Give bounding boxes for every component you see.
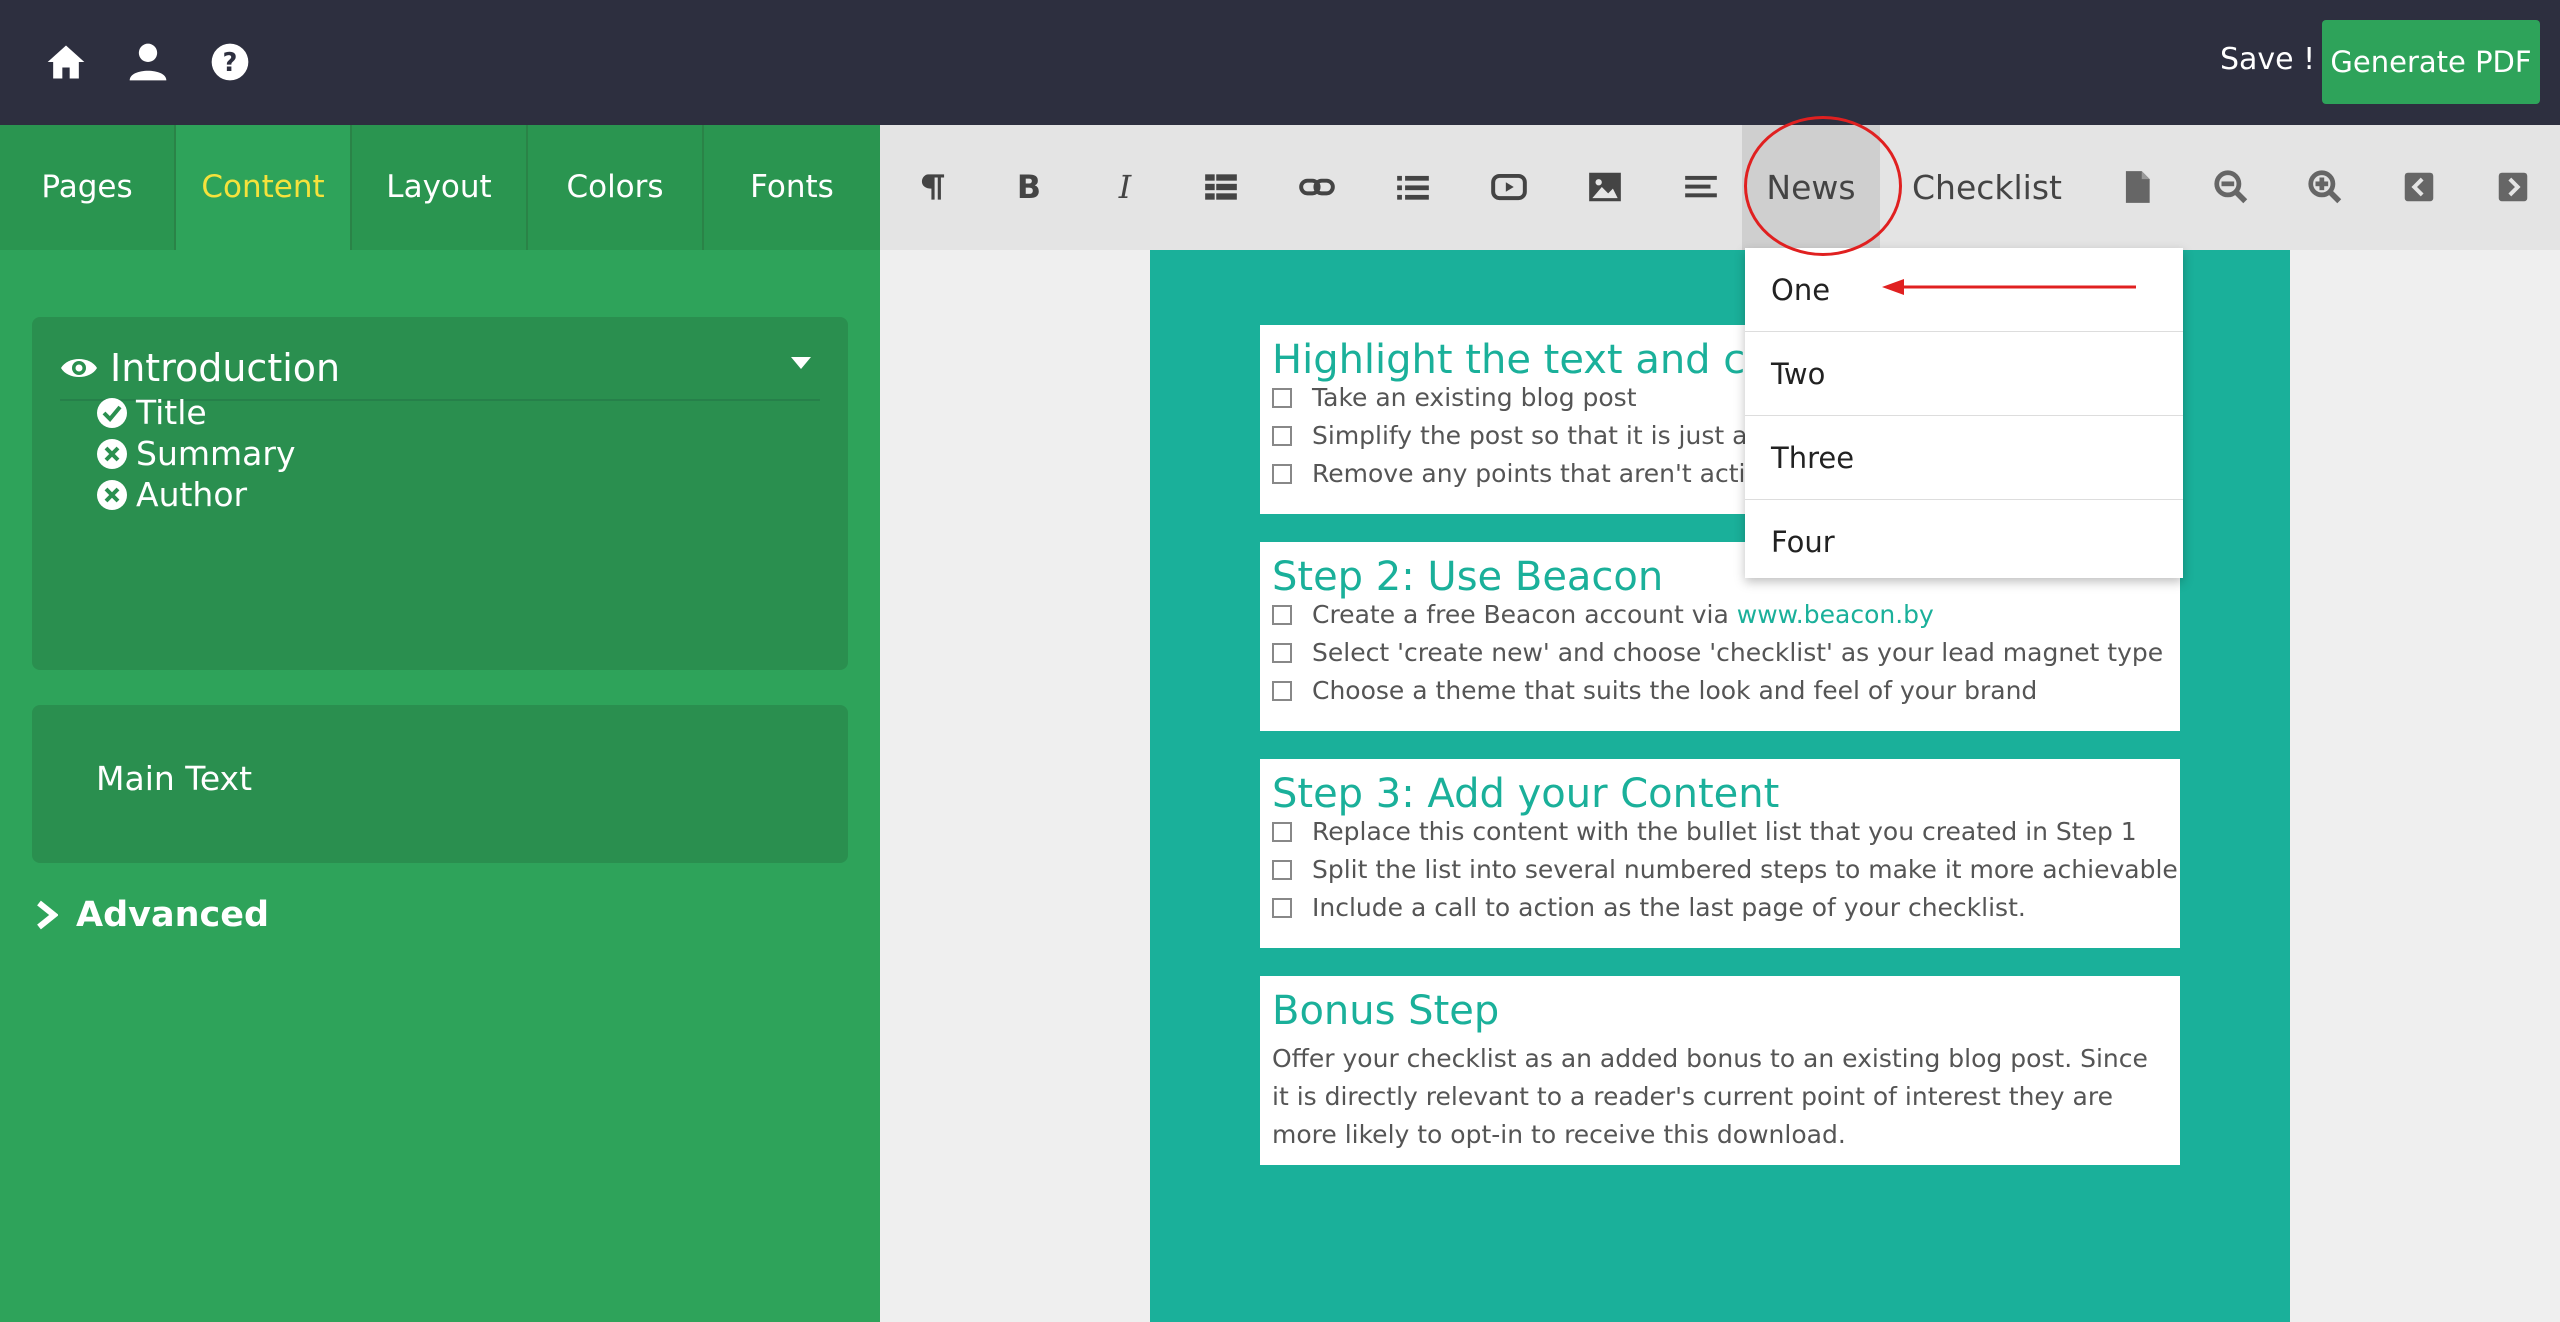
- annotation-arrow-icon: [1882, 279, 2136, 295]
- home-icon[interactable]: [44, 40, 88, 84]
- tab-layout[interactable]: Layout: [352, 125, 528, 250]
- dropdown-item-two[interactable]: Two: [1745, 332, 2183, 416]
- dropdown-item-three[interactable]: Three: [1745, 416, 2183, 500]
- remove-circle-icon[interactable]: [96, 438, 128, 470]
- checkbox[interactable]: [1272, 643, 1292, 663]
- dropdown-item-four[interactable]: Four: [1745, 500, 2183, 584]
- checkbox[interactable]: [1272, 860, 1292, 880]
- introduction-section: Introduction Title Summary Author: [32, 317, 848, 670]
- align-icon[interactable]: [1682, 168, 1720, 206]
- bonus-step-card[interactable]: Bonus Step Offer your checklist as an ad…: [1260, 976, 2180, 1165]
- svg-text:?: ?: [223, 48, 238, 78]
- bonus-step-text: Offer your checklist as an added bonus t…: [1272, 1044, 2148, 1149]
- checklist-button[interactable]: Checklist: [1912, 125, 2062, 250]
- paragraph-icon[interactable]: [914, 168, 952, 206]
- introduction-title: Introduction: [110, 346, 341, 390]
- help-icon[interactable]: ?: [208, 40, 252, 84]
- prev-icon[interactable]: [2400, 168, 2438, 206]
- table-icon[interactable]: [1202, 168, 1240, 206]
- top-bar: ? Save ! Generate PDF: [0, 0, 2560, 125]
- field-label-author: Author: [136, 475, 248, 514]
- checkbox[interactable]: [1272, 388, 1292, 408]
- checkbox[interactable]: [1272, 464, 1292, 484]
- editor-toolbar: B I News Checklist: [880, 125, 2560, 250]
- page-icon[interactable]: [2118, 168, 2156, 206]
- next-icon[interactable]: [2494, 168, 2532, 206]
- image-icon[interactable]: [1586, 168, 1624, 206]
- checkbox[interactable]: [1272, 898, 1292, 918]
- beacon-link[interactable]: www.beacon.by: [1737, 600, 1934, 629]
- user-icon[interactable]: [126, 40, 170, 84]
- field-label-summary: Summary: [136, 434, 296, 473]
- checkbox[interactable]: [1272, 822, 1292, 842]
- tab-pages[interactable]: Pages: [0, 125, 176, 250]
- advanced-label: Advanced: [76, 895, 270, 935]
- bonus-step-title: Bonus Step: [1272, 988, 1500, 1034]
- tab-content[interactable]: Content: [176, 125, 352, 250]
- main-text-section[interactable]: Main Text: [32, 705, 848, 863]
- sidebar-tabs: Pages Content Layout Colors Fonts: [0, 125, 880, 250]
- bold-icon[interactable]: B: [1010, 168, 1048, 206]
- checkbox[interactable]: [1272, 681, 1292, 701]
- remove-circle-icon[interactable]: [96, 479, 128, 511]
- field-label-title: Title: [136, 393, 207, 432]
- tab-colors[interactable]: Colors: [528, 125, 704, 250]
- zoom-in-icon[interactable]: [2306, 168, 2344, 206]
- annotation-circle: [1744, 116, 1902, 256]
- sidebar: Pages Content Layout Colors Fonts Introd…: [0, 125, 880, 1322]
- step-card[interactable]: Step 3: Add your Content Replace this co…: [1260, 759, 2180, 948]
- video-icon[interactable]: [1490, 168, 1528, 206]
- eye-icon[interactable]: [60, 355, 98, 381]
- link-icon[interactable]: [1298, 168, 1336, 206]
- checkbox[interactable]: [1272, 426, 1292, 446]
- caret-down-icon[interactable]: [790, 355, 812, 371]
- main-text-label: Main Text: [96, 759, 253, 798]
- check-circle-icon[interactable]: [96, 397, 128, 429]
- tab-fonts[interactable]: Fonts: [704, 125, 880, 250]
- list-icon[interactable]: [1394, 168, 1432, 206]
- checkbox[interactable]: [1272, 605, 1292, 625]
- generate-pdf-button[interactable]: Generate PDF: [2322, 20, 2540, 104]
- save-button[interactable]: Save !: [2220, 38, 2315, 82]
- chevron-right-icon: [37, 900, 58, 930]
- svg-text:B: B: [1017, 170, 1041, 206]
- svg-text:I: I: [1118, 170, 1133, 206]
- italic-icon[interactable]: I: [1106, 168, 1144, 206]
- zoom-out-icon[interactable]: [2212, 168, 2250, 206]
